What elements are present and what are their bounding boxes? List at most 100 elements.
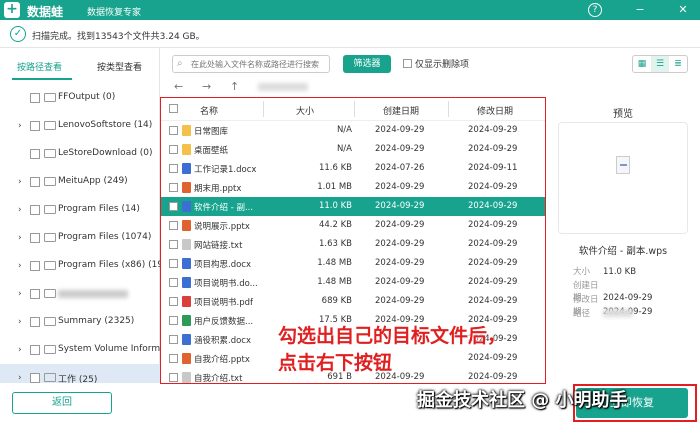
cell-created: 2024-09-29 [375, 125, 425, 135]
tree-item[interactable]: › MeituApp (249) [0, 168, 160, 196]
row-checkbox[interactable] [169, 278, 178, 287]
tree-item[interactable]: LeStoreDownload (0) [0, 140, 160, 168]
row-checkbox[interactable] [169, 221, 178, 230]
folder-icon [44, 289, 56, 298]
column-modified[interactable]: 修改日期 [477, 104, 513, 117]
expand-arrow-icon[interactable]: › [18, 345, 22, 355]
expand-arrow-icon[interactable]: › [18, 205, 22, 215]
table-row[interactable]: 网站链接.txt 1.63 KB 2024-09-29 2024-09-29 [160, 235, 545, 254]
row-checkbox[interactable] [169, 126, 178, 135]
tree-item[interactable]: › LenovoSoftstore (14) [0, 112, 160, 140]
table-row[interactable]: 日常图库 N/A 2024-09-29 2024-09-29 [160, 121, 545, 140]
row-checkbox[interactable] [169, 240, 178, 249]
column-created[interactable]: 创建日期 [383, 104, 419, 117]
meta-path-redacted [603, 309, 633, 317]
cell-modified: 2024-09-29 [468, 220, 518, 230]
tree-checkbox[interactable] [30, 121, 40, 131]
txt-file-icon [182, 372, 191, 383]
row-checkbox[interactable] [169, 316, 178, 325]
pptx-file-icon [182, 353, 191, 364]
cell-created: 2024-09-29 [375, 182, 425, 192]
row-checkbox[interactable] [169, 335, 178, 344]
tab-by-path[interactable]: 按路径查看 [17, 60, 62, 73]
cell-modified: 2024-09-29 [468, 201, 518, 211]
list-view-icon[interactable]: ☰ [651, 56, 669, 72]
only-deleted-toggle[interactable]: 仅显示删除项 [403, 57, 469, 70]
tree-checkbox[interactable] [30, 93, 40, 103]
detail-view-icon[interactable]: ≣ [669, 56, 687, 72]
cell-size: 44.2 KB [318, 220, 352, 230]
help-icon[interactable]: ? [588, 3, 602, 17]
table-row[interactable]: 项目说明书.do... 1.48 MB 2024-09-29 2024-09-29 [160, 273, 545, 292]
tree-item[interactable]: › Summary (2325) [0, 308, 160, 336]
table-row[interactable]: 期末用.pptx 1.01 MB 2024-09-29 2024-09-29 [160, 178, 545, 197]
expand-arrow-icon[interactable]: › [18, 289, 22, 299]
only-deleted-checkbox[interactable] [403, 59, 412, 68]
table-row[interactable]: 项目说明书.pdf 689 KB 2024-09-29 2024-09-29 [160, 292, 545, 311]
nav-forward-icon[interactable]: → [202, 80, 211, 93]
tree-item[interactable]: › Program Files (14) [0, 196, 160, 224]
nav-up-icon[interactable]: ↑ [230, 80, 239, 93]
table-row[interactable]: 桌面壁纸 N/A 2024-09-29 2024-09-29 [160, 140, 545, 159]
annotation-text: 勾选出自己的目标文件后， 点击右下按钮 [278, 323, 506, 377]
tree-item[interactable]: FFOutput (0) [0, 84, 160, 112]
row-checkbox[interactable] [169, 145, 178, 154]
table-row[interactable]: 工作记录1.docx 11.6 KB 2024-07-26 2024-09-11 [160, 159, 545, 178]
column-size[interactable]: 大小 [296, 104, 314, 117]
row-checkbox[interactable] [169, 373, 178, 382]
tree-item-selected[interactable]: › 工作 (25) [0, 364, 160, 383]
tree-item-label: MeituApp (249) [58, 176, 128, 186]
search-input[interactable] [191, 57, 321, 71]
tree-checkbox[interactable] [30, 233, 40, 243]
expand-arrow-icon[interactable]: › [18, 373, 22, 383]
cell-name: 用户反馈数据... [194, 317, 254, 327]
expand-arrow-icon[interactable]: › [18, 121, 22, 131]
cell-modified: 2024-09-29 [468, 277, 518, 287]
tree-checkbox[interactable] [30, 149, 40, 159]
tree-item-label: LeStoreDownload (0) [58, 148, 153, 158]
txt-file-icon [182, 239, 191, 250]
cell-name: 说明展示.pptx [194, 222, 250, 232]
expand-arrow-icon[interactable]: › [18, 233, 22, 243]
expand-arrow-icon[interactable]: › [18, 261, 22, 271]
cell-name: 项目构思.docx [194, 260, 252, 270]
expand-arrow-icon[interactable]: › [18, 177, 22, 187]
cell-modified: 2024-09-29 [468, 258, 518, 268]
tree-checkbox[interactable] [30, 373, 40, 383]
tab-by-type[interactable]: 按类型查看 [97, 60, 142, 73]
table-row[interactable]: 说明展示.pptx 44.2 KB 2024-09-29 2024-09-29 [160, 216, 545, 235]
row-checkbox[interactable] [169, 202, 178, 211]
row-checkbox[interactable] [169, 354, 178, 363]
tree-checkbox[interactable] [30, 317, 40, 327]
tree-item-label: LenovoSoftstore (14) [58, 120, 153, 130]
pptx-file-icon [182, 182, 191, 193]
cell-modified: 2024-09-29 [468, 182, 518, 192]
table-row-selected[interactable]: 软件介绍 - 副... 11.0 KB 2024-09-29 2024-09-29 [160, 197, 545, 216]
row-checkbox[interactable] [169, 183, 178, 192]
row-checkbox[interactable] [169, 297, 178, 306]
wps-file-icon [182, 201, 191, 212]
minimize-icon[interactable]: − [633, 3, 647, 17]
row-checkbox[interactable] [169, 164, 178, 173]
docx-file-icon [182, 334, 191, 345]
path-breadcrumb-redacted [258, 83, 308, 91]
table-row[interactable]: 项目构思.docx 1.48 MB 2024-09-29 2024-09-29 [160, 254, 545, 273]
nav-back-icon[interactable]: ← [174, 80, 183, 93]
tree-item[interactable]: › [0, 280, 160, 308]
grid-view-icon[interactable]: ▦ [633, 56, 651, 72]
select-all-checkbox[interactable] [169, 104, 178, 113]
filter-button[interactable]: 筛选器 [343, 55, 391, 73]
expand-arrow-icon[interactable]: › [18, 317, 22, 327]
tree-item[interactable]: › Program Files (x86) (1976 [0, 252, 160, 280]
tree-item[interactable]: › Program Files (1074) [0, 224, 160, 252]
tree-checkbox[interactable] [30, 345, 40, 355]
tree-item[interactable]: › System Volume Informat [0, 336, 160, 364]
tree-checkbox[interactable] [30, 261, 40, 271]
tree-checkbox[interactable] [30, 177, 40, 187]
row-checkbox[interactable] [169, 259, 178, 268]
back-button[interactable]: 返回 [12, 392, 112, 414]
tree-checkbox[interactable] [30, 205, 40, 215]
close-icon[interactable]: ✕ [676, 3, 690, 17]
column-name[interactable]: 名称 [200, 104, 218, 117]
tree-checkbox[interactable] [30, 289, 40, 299]
